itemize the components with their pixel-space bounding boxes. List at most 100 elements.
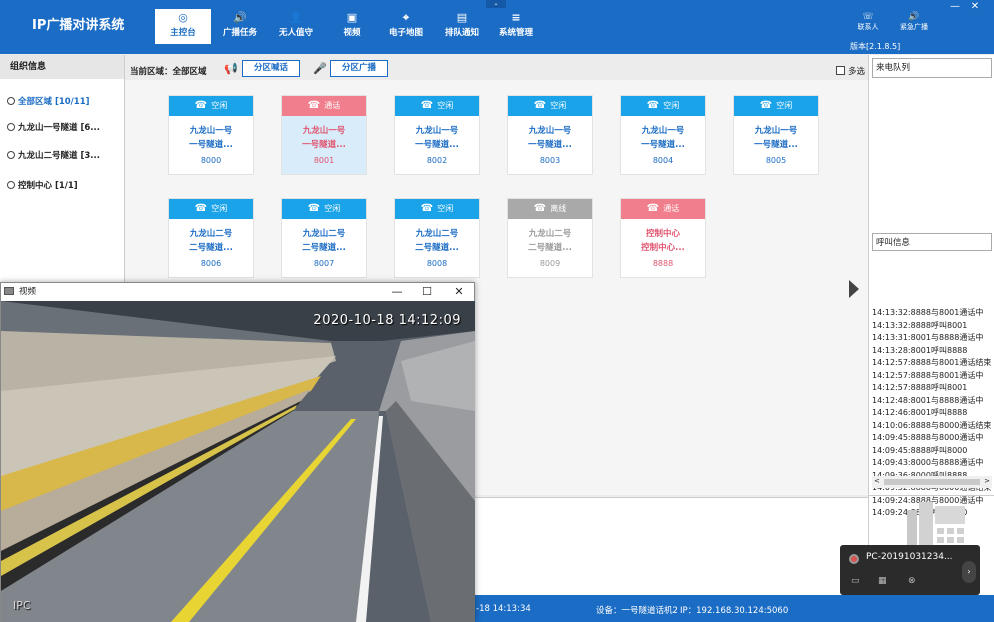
contacts-button[interactable]: ☏ 联系人 — [848, 12, 888, 32]
terminal-card[interactable]: ☎ 空闲 九龙山一号 一号隧道... 8003 — [507, 95, 593, 175]
close-button[interactable]: ✕ — [968, 1, 982, 12]
terminal-name: 九龙山二号 — [528, 229, 572, 239]
video-close-button[interactable]: ✕ — [447, 283, 471, 301]
grid-icon[interactable]: ▦ — [878, 576, 887, 586]
video-camera-label: IPC — [13, 599, 31, 612]
phone-icon: ☎ — [646, 203, 660, 214]
arrow-left-icon: < — [874, 477, 880, 485]
status-dot-icon — [849, 554, 859, 564]
terminal-name: 九龙山二号 — [189, 229, 233, 239]
radio-icon — [7, 123, 15, 131]
terminal-status: 空闲 — [550, 101, 567, 110]
phone-icon: ☎ — [307, 100, 321, 111]
nav-unattended[interactable]: 👤 无人值守 — [268, 9, 324, 44]
terminal-number: 8005 — [765, 156, 787, 165]
terminal-card[interactable]: ☎ 空闲 九龙山二号 二号隧道... 8007 — [281, 198, 367, 278]
terminal-name: 九龙山一号 — [415, 126, 459, 136]
zone-broadcast-button[interactable]: 分区广播 — [330, 60, 388, 77]
arrow-right-icon[interactable] — [849, 280, 859, 298]
terminal-number: 8888 — [652, 259, 674, 268]
phone-icon: ☏ — [862, 12, 874, 22]
tree-item-tunnel-1[interactable]: 九龙山一号隧道 [6... — [7, 121, 100, 133]
video-icon: ▣ — [346, 11, 358, 24]
tree-item-all[interactable]: 全部区域 [10/11] — [7, 95, 90, 107]
terminal-status: 空闲 — [663, 101, 680, 110]
phone-icon: ☎ — [420, 100, 434, 111]
arrow-right-icon[interactable]: › — [962, 561, 976, 583]
multi-select-checkbox[interactable]: 多选 — [836, 65, 865, 77]
terminal-number: 8004 — [652, 156, 674, 165]
nav-video[interactable]: ▣ 视频 — [324, 9, 380, 44]
terminal-number: 8000 — [200, 156, 222, 165]
top-bar: IP广播对讲系统 ⌄ ◎ 主控台 🔊 广播任务 👤 无人值守 ▣ 视频 ⌖ 电子地图 ▤ 排… — [0, 0, 994, 54]
terminal-location: 二号隧道... — [415, 243, 459, 253]
video-maximize-button[interactable]: ☐ — [415, 283, 439, 301]
close-icon[interactable]: ⊗ — [908, 576, 916, 586]
horizontal-scrollbar[interactable]: < > — [872, 476, 992, 488]
terminal-status-bar: ☎ 空闲 — [169, 199, 253, 219]
list-item: 14:13:32:8888呼叫8001 — [872, 320, 968, 330]
terminal-status-bar: ☎ 空闲 — [282, 199, 366, 219]
terminal-location: 一号隧道... — [302, 140, 346, 150]
notification-popup[interactable]: PC-20191031234... ▭ ▦ ⊗ › — [840, 545, 980, 595]
arrow-right-icon: > — [984, 477, 990, 485]
terminal-name: 九龙山一号 — [302, 126, 346, 136]
video-window-titlebar[interactable]: 视频 — ☐ ✕ — [1, 283, 474, 301]
lower-panel — [470, 497, 868, 595]
terminal-card[interactable]: ☎ 离线 九龙山二号 二号隧道... 8009 — [507, 198, 593, 278]
terminal-card[interactable]: ☎ 空闲 九龙山一号 一号隧道... 8000 — [168, 95, 254, 175]
phone-icon: ☎ — [420, 203, 434, 214]
video-window[interactable]: 视频 — ☐ ✕ 2020-10-18 14:12:09 IPC — [0, 282, 475, 622]
scrollbar-thumb[interactable] — [884, 479, 980, 485]
terminal-card[interactable]: ☎ 空闲 九龙山一号 一号隧道... 8002 — [394, 95, 480, 175]
microphone-icon: 🎤 — [313, 62, 327, 75]
terminal-name: 九龙山二号 — [415, 229, 459, 239]
list-item: 14:13:31:8001与8888通话中 — [872, 333, 984, 342]
nav-system-admin[interactable]: ≡ 系统管理 — [488, 9, 544, 44]
nav-main-console[interactable]: ◎ 主控台 — [155, 9, 211, 44]
chat-icon[interactable]: ▭ — [851, 576, 860, 586]
terminal-card[interactable]: ☎ 通话 控制中心 控制中心... 8888 — [620, 198, 706, 278]
terminal-name: 九龙山二号 — [302, 229, 346, 239]
terminal-card[interactable]: ☎ 空闲 九龙山二号 二号隧道... 8008 — [394, 198, 480, 278]
video-window-title: 视频 — [19, 287, 37, 297]
terminal-location: 一号隧道... — [754, 140, 798, 150]
terminal-name: 九龙山一号 — [189, 126, 233, 136]
terminal-card[interactable]: ☎ 空闲 九龙山一号 一号隧道... 8004 — [620, 95, 706, 175]
nav-queue-notice[interactable]: ▤ 排队通知 — [434, 9, 490, 44]
terminal-status-bar: ☎ 空闲 — [621, 96, 705, 116]
terminal-status-bar: ☎ 空闲 — [169, 96, 253, 116]
megaphone-icon: 📢 — [224, 62, 238, 75]
menu-icon: ≡ — [511, 11, 521, 24]
status-ip: IP：192.168.30.124:5060 — [680, 606, 789, 616]
emergency-broadcast-button[interactable]: 🔊 紧急广播 — [894, 12, 934, 32]
map-pin-icon: ⌖ — [402, 11, 410, 24]
tree-item-control-center[interactable]: 控制中心 [1/1] — [7, 179, 78, 191]
terminal-number: 8003 — [539, 156, 561, 165]
tree-item-tunnel-2[interactable]: 九龙山二号隧道 [3... — [7, 149, 100, 161]
terminal-card[interactable]: ☎ 通话 九龙山一号 一号隧道... 8001 — [281, 95, 367, 175]
terminal-status: 通话 — [663, 204, 680, 213]
video-minimize-button[interactable]: — — [385, 283, 409, 301]
video-feed[interactable]: 2020-10-18 14:12:09 IPC — [1, 301, 475, 622]
list-item: 14:09:45:8888与8000通话中 — [872, 433, 984, 442]
speaker-icon: 🔊 — [233, 11, 247, 24]
phone-icon: ☎ — [533, 100, 547, 111]
nav-broadcast-task[interactable]: 🔊 广播任务 — [212, 9, 268, 44]
terminal-location: 二号隧道... — [528, 243, 572, 253]
terminal-number: 8006 — [200, 259, 222, 268]
chevron-down-icon[interactable]: ⌄ — [486, 0, 506, 8]
app-title: IP广播对讲系统 — [32, 18, 125, 33]
minimize-button[interactable]: — — [948, 1, 962, 12]
phone-icon: ☎ — [307, 203, 321, 214]
terminal-number: 8007 — [313, 259, 335, 268]
list-item: 14:12:57:8888呼叫8001 — [872, 383, 968, 392]
org-panel-header: 组织信息 — [0, 55, 124, 79]
terminal-card[interactable]: ☎ 空闲 九龙山二号 二号隧道... 8006 — [168, 198, 254, 278]
list-item: 14:09:43:8000与8888通话中 — [872, 458, 984, 467]
terminal-location: 一号隧道... — [528, 140, 572, 150]
terminal-card[interactable]: ☎ 空闲 九龙山一号 一号隧道... 8005 — [733, 95, 819, 175]
terminal-location: 一号隧道... — [641, 140, 685, 150]
nav-e-map[interactable]: ⌖ 电子地图 — [378, 9, 434, 44]
zone-call-button[interactable]: 分区喊话 — [242, 60, 300, 77]
